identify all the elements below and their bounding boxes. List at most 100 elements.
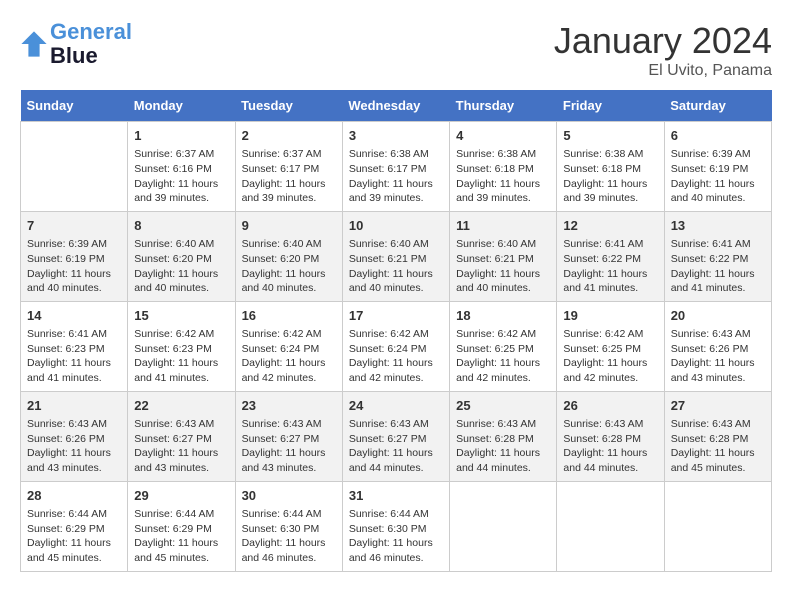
- day-content: Sunset: 6:20 PM: [134, 252, 228, 267]
- calendar-day-cell: 5 Sunrise: 6:38 AMSunset: 6:18 PMDaylight…: [557, 122, 664, 212]
- day-content: Sunrise: 6:43 AM: [134, 417, 228, 432]
- day-content: Sunset: 6:17 PM: [242, 162, 336, 177]
- calendar-day-cell: 2 Sunrise: 6:37 AMSunset: 6:17 PMDaylight…: [235, 122, 342, 212]
- calendar-day-cell: 28Sunrise: 6:44 AMSunset: 6:29 PMDayligh…: [21, 481, 128, 571]
- day-content: Sunrise: 6:40 AM: [242, 237, 336, 252]
- day-content: Sunrise: 6:38 AM: [563, 147, 657, 162]
- day-content: Sunrise: 6:41 AM: [27, 327, 121, 342]
- calendar-header-cell: Tuesday: [235, 90, 342, 122]
- calendar-day-cell: 30Sunrise: 6:44 AMSunset: 6:30 PMDayligh…: [235, 481, 342, 571]
- calendar-day-cell: 31Sunrise: 6:44 AMSunset: 6:30 PMDayligh…: [342, 481, 449, 571]
- calendar-day-cell: 29Sunrise: 6:44 AMSunset: 6:29 PMDayligh…: [128, 481, 235, 571]
- day-content: Daylight: 11 hours and 39 minutes.: [563, 177, 657, 206]
- day-content: Daylight: 11 hours and 44 minutes.: [349, 446, 443, 475]
- calendar-body: 1Sunrise: 6:37 AMSunset: 6:16 PMDaylight…: [21, 122, 772, 572]
- day-content: Sunrise: 6:43 AM: [456, 417, 550, 432]
- day-content: Daylight: 11 hours and 40 minutes.: [456, 267, 550, 296]
- day-content: Daylight: 11 hours and 40 minutes.: [27, 267, 121, 296]
- calendar-day-cell: 6Sunrise: 6:39 AMSunset: 6:19 PMDaylight…: [664, 122, 771, 212]
- logo: General Blue: [20, 20, 132, 68]
- day-content: Sunrise: 6:42 AM: [134, 327, 228, 342]
- calendar-header-cell: Wednesday: [342, 90, 449, 122]
- day-content: Sunset: 6:30 PM: [349, 522, 443, 537]
- day-content: Sunset: 6:26 PM: [27, 432, 121, 447]
- calendar-header-cell: Monday: [128, 90, 235, 122]
- day-number: 20: [671, 307, 765, 325]
- day-content: Daylight: 11 hours and 39 minutes.: [134, 177, 228, 206]
- day-content: Sunrise: 6:37 AM: [134, 147, 228, 162]
- day-content: Sunset: 6:30 PM: [242, 522, 336, 537]
- day-content: Daylight: 11 hours and 39 minutes.: [456, 177, 550, 206]
- day-content: Daylight: 11 hours and 39 minutes.: [242, 177, 336, 206]
- day-content: Daylight: 11 hours and 45 minutes.: [27, 536, 121, 565]
- day-content: Daylight: 11 hours and 40 minutes.: [671, 177, 765, 206]
- day-content: Sunset: 6:18 PM: [456, 162, 550, 177]
- calendar-day-cell: 10Sunrise: 6:40 AMSunset: 6:21 PMDayligh…: [342, 211, 449, 301]
- calendar-day-cell: 24Sunrise: 6:43 AMSunset: 6:27 PMDayligh…: [342, 391, 449, 481]
- day-number: 24: [349, 397, 443, 415]
- day-number: 29: [134, 487, 228, 505]
- day-content: Daylight: 11 hours and 43 minutes.: [671, 356, 765, 385]
- day-number: 15: [134, 307, 228, 325]
- day-content: Sunrise: 6:43 AM: [671, 327, 765, 342]
- day-content: Sunset: 6:19 PM: [27, 252, 121, 267]
- day-number: 7: [27, 217, 121, 235]
- day-content: Sunset: 6:21 PM: [349, 252, 443, 267]
- day-number: 27: [671, 397, 765, 415]
- day-number: 2: [242, 127, 336, 145]
- logo-text: General Blue: [50, 20, 132, 68]
- title-block: January 2024 El Uvito, Panama: [554, 20, 772, 80]
- calendar-day-cell: 21Sunrise: 6:43 AMSunset: 6:26 PMDayligh…: [21, 391, 128, 481]
- day-content: Daylight: 11 hours and 40 minutes.: [242, 267, 336, 296]
- day-number: 25: [456, 397, 550, 415]
- day-content: Sunrise: 6:40 AM: [456, 237, 550, 252]
- calendar-header-cell: Sunday: [21, 90, 128, 122]
- calendar-day-cell: 27Sunrise: 6:43 AMSunset: 6:28 PMDayligh…: [664, 391, 771, 481]
- logo-icon: [20, 30, 48, 58]
- day-content: Sunset: 6:27 PM: [242, 432, 336, 447]
- day-number: 13: [671, 217, 765, 235]
- day-number: 5: [563, 127, 657, 145]
- day-content: Sunrise: 6:43 AM: [242, 417, 336, 432]
- day-content: Sunset: 6:28 PM: [563, 432, 657, 447]
- day-content: Sunset: 6:25 PM: [456, 342, 550, 357]
- calendar-day-cell: 15Sunrise: 6:42 AMSunset: 6:23 PMDayligh…: [128, 301, 235, 391]
- day-number: 11: [456, 217, 550, 235]
- day-number: 18: [456, 307, 550, 325]
- location: El Uvito, Panama: [554, 62, 772, 80]
- day-number: 21: [27, 397, 121, 415]
- day-number: 12: [563, 217, 657, 235]
- calendar-day-cell: 16Sunrise: 6:42 AMSunset: 6:24 PMDayligh…: [235, 301, 342, 391]
- calendar-day-cell: 17Sunrise: 6:42 AMSunset: 6:24 PMDayligh…: [342, 301, 449, 391]
- day-content: Sunset: 6:20 PM: [242, 252, 336, 267]
- day-content: Sunset: 6:28 PM: [456, 432, 550, 447]
- calendar-week-row: 14Sunrise: 6:41 AMSunset: 6:23 PMDayligh…: [21, 301, 772, 391]
- calendar-day-cell: 13Sunrise: 6:41 AMSunset: 6:22 PMDayligh…: [664, 211, 771, 301]
- day-content: Sunrise: 6:37 AM: [242, 147, 336, 162]
- day-number: 30: [242, 487, 336, 505]
- calendar-week-row: 7Sunrise: 6:39 AMSunset: 6:19 PMDaylight…: [21, 211, 772, 301]
- day-content: Sunset: 6:23 PM: [27, 342, 121, 357]
- day-content: Sunset: 6:18 PM: [563, 162, 657, 177]
- day-number: 22: [134, 397, 228, 415]
- day-content: Sunset: 6:22 PM: [671, 252, 765, 267]
- day-number: 10: [349, 217, 443, 235]
- day-content: Sunrise: 6:42 AM: [242, 327, 336, 342]
- day-number: 1: [134, 127, 228, 145]
- day-content: Daylight: 11 hours and 41 minutes.: [671, 267, 765, 296]
- day-content: Sunrise: 6:44 AM: [134, 507, 228, 522]
- calendar-day-cell: 11Sunrise: 6:40 AMSunset: 6:21 PMDayligh…: [450, 211, 557, 301]
- day-content: Daylight: 11 hours and 46 minutes.: [349, 536, 443, 565]
- day-content: Sunrise: 6:44 AM: [242, 507, 336, 522]
- day-content: Sunset: 6:23 PM: [134, 342, 228, 357]
- day-content: Sunrise: 6:42 AM: [349, 327, 443, 342]
- day-number: 9: [242, 217, 336, 235]
- day-content: Sunset: 6:22 PM: [563, 252, 657, 267]
- day-content: Daylight: 11 hours and 43 minutes.: [242, 446, 336, 475]
- calendar-day-cell: 19Sunrise: 6:42 AMSunset: 6:25 PMDayligh…: [557, 301, 664, 391]
- day-content: Sunrise: 6:43 AM: [349, 417, 443, 432]
- calendar-day-cell: 4Sunrise: 6:38 AMSunset: 6:18 PMDaylight…: [450, 122, 557, 212]
- calendar-day-cell: 22Sunrise: 6:43 AMSunset: 6:27 PMDayligh…: [128, 391, 235, 481]
- day-content: Daylight: 11 hours and 42 minutes.: [349, 356, 443, 385]
- day-content: Sunset: 6:26 PM: [671, 342, 765, 357]
